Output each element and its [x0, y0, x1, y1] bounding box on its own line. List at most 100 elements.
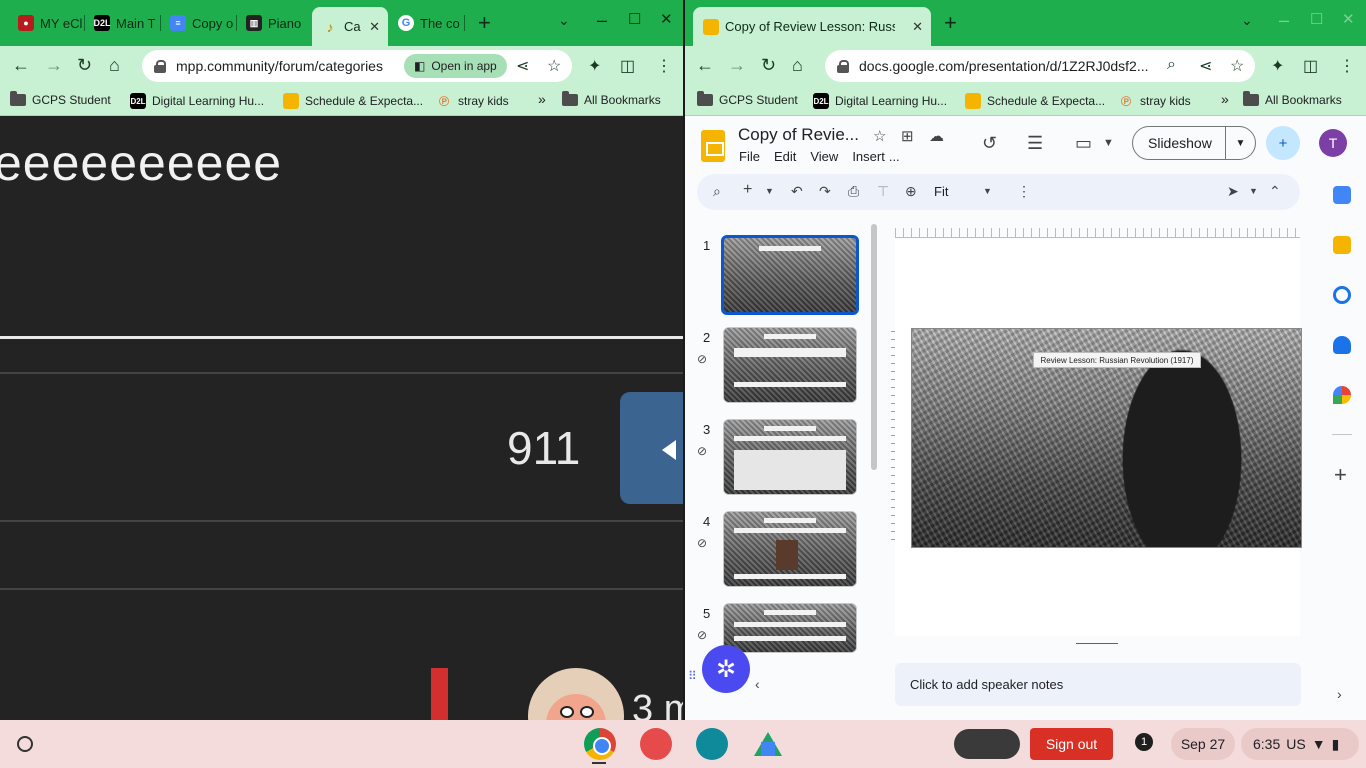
classroom-app-icon[interactable] — [696, 728, 728, 760]
minimize-icon[interactable]: – — [1279, 10, 1289, 31]
menu-view[interactable]: View — [810, 149, 838, 164]
tab-search-chevron-icon[interactable]: ⌄ — [1241, 12, 1253, 29]
close-tab-icon[interactable]: ✕ — [912, 19, 923, 35]
select-cursor-icon[interactable]: ➤ — [1227, 183, 1239, 200]
add-addon-icon[interactable]: + — [1334, 462, 1347, 488]
bookmark-schedule[interactable]: Schedule & Expecta... — [965, 93, 1105, 109]
status-tray[interactable]: 6:35 US ▼ ▮ — [1241, 728, 1359, 760]
zoom-icon[interactable]: ⌕ — [1167, 56, 1176, 74]
menu-kebab-icon[interactable]: ⋮ — [656, 56, 672, 76]
tab-slides-copy[interactable]: Copy of Review Lesson: Russian ✕ — [693, 7, 931, 46]
tasks-icon[interactable] — [1333, 286, 1351, 304]
all-bookmarks-button[interactable]: All Bookmarks — [562, 91, 661, 107]
tab-the-co[interactable]: G The co — [388, 8, 464, 38]
more-bookmarks-button[interactable]: » — [538, 91, 546, 107]
new-tab-icon[interactable]: + — [478, 10, 491, 36]
star-icon[interactable]: ☆ — [873, 127, 886, 145]
close-window-icon[interactable]: ✕ — [660, 10, 673, 28]
vertical-ruler[interactable] — [891, 331, 895, 546]
expand-side-panel-icon[interactable]: › — [1337, 686, 1342, 702]
move-folder-icon[interactable]: ⊞ — [901, 127, 914, 145]
slide-thumbnail-5[interactable] — [723, 603, 857, 653]
bookmark-star-icon[interactable]: ☆ — [547, 56, 561, 76]
maximize-icon[interactable]: ☐ — [628, 10, 641, 28]
collapse-toolbar-icon[interactable]: ⌃ — [1269, 183, 1281, 200]
open-in-app-button[interactable]: ◧ Open in app — [404, 54, 507, 78]
zoom-select[interactable]: Fit — [934, 184, 948, 199]
more-bookmarks-button[interactable]: » — [1221, 91, 1229, 107]
tab-categories[interactable]: ♪ Ca ✕ — [312, 7, 388, 46]
menu-kebab-icon[interactable]: ⋮ — [1339, 56, 1355, 76]
forward-icon[interactable]: → — [45, 55, 63, 76]
cloud-status-icon[interactable]: ☁ — [929, 127, 944, 145]
tab-piano[interactable]: ▥ Piano — [236, 8, 310, 38]
slide-thumbnail-1[interactable] — [721, 235, 859, 315]
slide-thumbnail-3[interactable] — [723, 419, 857, 495]
maps-icon[interactable] — [1333, 386, 1351, 404]
current-slide[interactable]: Review Lesson: Russian Revolution (1917) — [911, 328, 1302, 548]
reload-icon[interactable]: ↻ — [77, 55, 92, 76]
close-window-icon[interactable]: ✕ — [1342, 10, 1355, 28]
extension-fab[interactable]: ✲ — [702, 645, 750, 693]
menu-edit[interactable]: Edit — [774, 149, 796, 164]
redo-icon[interactable]: ↷ — [819, 183, 831, 200]
share-icon[interactable]: ⋖ — [516, 56, 529, 76]
slide-thumbnail-4[interactable] — [723, 511, 857, 587]
chevron-down-icon[interactable]: ▼ — [1249, 186, 1258, 196]
notification-badge[interactable]: 1 — [1135, 733, 1153, 751]
search-menus-icon[interactable]: ⌕ — [713, 183, 721, 200]
zoom-icon[interactable]: ⊕ — [905, 183, 917, 200]
filmstrip-scrollbar[interactable] — [871, 224, 877, 470]
contacts-icon[interactable] — [1333, 336, 1351, 354]
side-panel-icon[interactable]: ◫ — [1303, 56, 1318, 76]
reload-icon[interactable]: ↻ — [761, 55, 776, 76]
slides-logo-icon[interactable] — [701, 130, 725, 162]
chevron-down-icon[interactable]: ▼ — [983, 186, 992, 196]
drive-app-icon[interactable] — [752, 728, 784, 760]
version-history-icon[interactable]: ↺ — [982, 133, 997, 154]
slide-title-textbox[interactable]: Review Lesson: Russian Revolution (1917) — [1033, 352, 1201, 368]
close-tab-icon[interactable]: ✕ — [369, 19, 380, 35]
forward-icon[interactable]: → — [728, 55, 746, 76]
extensions-icon[interactable]: ✦ — [1271, 56, 1284, 76]
tab-copy-doc[interactable]: ≡ Copy o — [160, 8, 234, 38]
bookmark-stray-kids[interactable]: ℗ stray kids — [436, 93, 509, 109]
drag-handle-icon[interactable]: ⠿ — [688, 669, 697, 683]
bookmark-star-icon[interactable]: ☆ — [1230, 56, 1244, 76]
back-icon[interactable]: ← — [696, 55, 714, 76]
all-bookmarks-button[interactable]: All Bookmarks — [1243, 91, 1342, 107]
extensions-icon[interactable]: ✦ — [588, 56, 601, 76]
minimize-icon[interactable]: – — [597, 10, 607, 31]
bookmark-digital-learning[interactable]: D2L Digital Learning Hu... — [130, 93, 264, 109]
undo-icon[interactable]: ↶ — [791, 183, 803, 200]
share-button[interactable]: + — [1266, 126, 1300, 160]
chevron-down-icon[interactable]: ▼ — [765, 186, 774, 196]
bookmark-gcps-student[interactable]: GCPS Student — [10, 91, 111, 107]
bookmark-gcps-student[interactable]: GCPS Student — [697, 91, 798, 107]
keep-icon[interactable] — [1333, 236, 1351, 254]
address-bar[interactable]: mpp.community/forum/categories ◧ Open in… — [142, 50, 572, 82]
address-bar[interactable]: docs.google.com/presentation/d/1Z2RJ0dsf… — [825, 50, 1255, 82]
chevron-down-icon[interactable]: ▼ — [1103, 137, 1114, 149]
paint-app-icon[interactable] — [640, 728, 672, 760]
maximize-icon[interactable]: ☐ — [1310, 10, 1323, 28]
tab-main[interactable]: D2L Main T — [84, 8, 158, 38]
sign-out-button[interactable]: Sign out — [1030, 728, 1113, 760]
comments-icon[interactable]: ☰ — [1027, 133, 1043, 154]
tab-my-ecl[interactable]: ● MY eCl — [8, 8, 82, 38]
home-icon[interactable]: ⌂ — [109, 55, 120, 76]
notes-resize-handle[interactable] — [1076, 643, 1118, 644]
side-panel-icon[interactable]: ◫ — [620, 56, 635, 76]
category-card[interactable] — [620, 392, 683, 504]
avatar[interactable] — [528, 668, 624, 720]
tray-pod-icon[interactable] — [954, 729, 1020, 759]
bookmark-schedule[interactable]: Schedule & Expecta... — [283, 93, 423, 109]
new-tab-icon[interactable]: + — [944, 10, 957, 36]
document-title[interactable]: Copy of Revie... — [738, 125, 859, 145]
more-options-icon[interactable]: ⋮ — [1017, 183, 1031, 200]
meet-camera-icon[interactable]: ▭ — [1075, 133, 1092, 154]
slide-thumbnail-2[interactable] — [723, 327, 857, 403]
calendar-icon[interactable] — [1333, 186, 1351, 204]
menu-file[interactable]: File — [739, 149, 760, 164]
share-icon[interactable]: ⋖ — [1199, 56, 1212, 76]
